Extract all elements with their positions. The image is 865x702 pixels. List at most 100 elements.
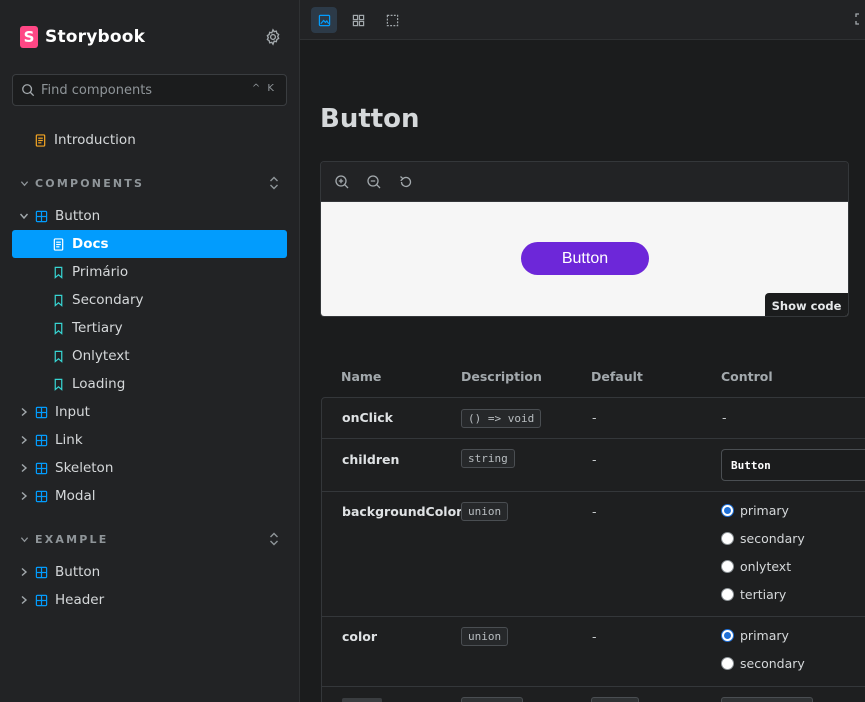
section-label: EXAMPLE [35,532,109,546]
arg-name: backgroundColor [342,504,463,519]
sidebar-item-label: Header [55,592,105,608]
bookmark-icon [54,294,63,307]
radio-tertiary[interactable]: tertiary [721,587,786,602]
truncated-row-control[interactable] [721,697,813,702]
sidebar-item-button[interactable]: Button [12,203,287,229]
truncated-row-type [461,697,523,702]
radio-label: primary [740,503,789,518]
sidebar-item-story-onlytext[interactable]: Onlytext [12,343,287,369]
radio-button[interactable] [721,657,734,670]
column-header-default: Default [591,369,643,384]
radio-secondary[interactable]: secondary [721,656,805,671]
chevron-right-icon [21,463,28,473]
chevron-right-icon [21,435,28,445]
children-text-input[interactable]: Button [721,449,865,481]
component-icon [35,566,48,578]
radio-primary[interactable]: primary [721,628,789,643]
fullscreen-icon[interactable] [855,13,865,25]
zoom-in-icon[interactable] [334,174,350,190]
radio-button[interactable] [721,532,734,545]
arg-default: - [592,452,597,467]
sidebar-item-input[interactable]: Input [12,399,287,425]
truncated-row-default [591,697,639,702]
radio-label: onlytext [740,559,792,574]
arg-name: onClick [342,410,393,425]
section-example[interactable]: EXAMPLE [20,531,285,547]
document-icon [35,133,46,147]
component-icon [35,462,48,474]
sidebar-item-link[interactable]: Link [12,427,287,453]
sidebar-item-label: Docs [72,236,109,252]
sidebar-item-introduction[interactable]: Introduction [12,127,287,153]
chevron-down-icon [20,536,29,542]
search-input[interactable] [41,82,241,98]
radio-onlytext[interactable]: onlytext [721,559,791,574]
table-row: backgroundColor union - primary secondar… [322,492,865,617]
table-row: onClick () => void - - [322,398,865,439]
radio-label: tertiary [740,587,787,602]
truncated-row-name [342,698,382,702]
sidebar-item-skeleton[interactable]: Skeleton [12,455,287,481]
radio-button[interactable] [721,588,734,601]
sidebar-item-label: Onlytext [72,348,130,364]
bookmark-icon [54,266,63,279]
table-row: color union - primary secondary [322,617,865,687]
sidebar-item-story-secondary[interactable]: Secondary [12,287,287,313]
sidebar-item-label: Button [55,564,101,580]
radio-primary[interactable]: primary [721,503,789,518]
preview-canvas: Button Show code [321,202,848,316]
sidebar-item-story-primario[interactable]: Primário [12,259,287,285]
component-icon [35,490,48,502]
radio-button[interactable] [721,560,734,573]
args-table: onClick () => void - - children string -… [321,397,865,702]
sidebar-item-docs[interactable]: Docs [12,230,287,258]
expand-collapse-icon[interactable] [269,531,279,547]
bookmark-icon [54,378,63,391]
sidebar: S Storybook ^ K Introduction COMPONENTS … [0,0,300,702]
sidebar-item-label: Primário [72,264,129,280]
story-preview: Button Show code [320,161,849,317]
expand-collapse-icon[interactable] [269,175,279,191]
settings-gear-icon[interactable] [264,28,282,46]
grid-button[interactable] [345,7,371,33]
arg-control: - [722,410,727,425]
reset-zoom-icon[interactable] [398,174,414,190]
zoom-out-icon[interactable] [366,174,382,190]
preview-button[interactable]: Button [521,242,649,275]
table-row: children string - Button [322,439,865,492]
sidebar-item-story-loading[interactable]: Loading [12,371,287,397]
radio-button[interactable] [721,629,734,642]
show-code-button[interactable]: Show code [765,293,848,316]
main-content: Button Button Show code Name Description… [300,0,865,702]
arg-name: color [342,629,378,644]
sidebar-item-label: Link [55,432,83,448]
sidebar-item-example-button[interactable]: Button [12,559,287,585]
sidebar-item-example-header[interactable]: Header [12,587,287,613]
sidebar-item-label: Secondary [72,292,144,308]
arg-type: union [461,502,509,521]
sidebar-item-story-tertiary[interactable]: Tertiary [12,315,287,341]
radio-label: secondary [740,656,805,671]
search-box[interactable]: ^ K [12,74,287,106]
outline-button[interactable] [379,7,405,33]
storybook-logo[interactable]: S Storybook [20,26,145,48]
canvas-view-button[interactable] [311,7,337,33]
column-header-control: Control [721,369,773,384]
section-label: COMPONENTS [35,176,145,190]
radio-label: primary [740,628,789,643]
sidebar-item-modal[interactable]: Modal [12,483,287,509]
page-title: Button [320,104,420,134]
arg-type: () => void [461,409,542,428]
sidebar-item-label: Modal [55,488,96,504]
section-components[interactable]: COMPONENTS [20,175,285,191]
arg-type: union [461,627,509,646]
radio-secondary[interactable]: secondary [721,531,805,546]
radio-button[interactable] [721,504,734,517]
app-title: Storybook [45,27,146,47]
search-icon [22,84,35,97]
search-shortcut: ^ K [251,83,276,94]
grid-icon [352,14,364,26]
bookmark-icon [54,322,63,335]
preview-toolbar [321,162,848,202]
sidebar-item-label: Skeleton [55,460,114,476]
